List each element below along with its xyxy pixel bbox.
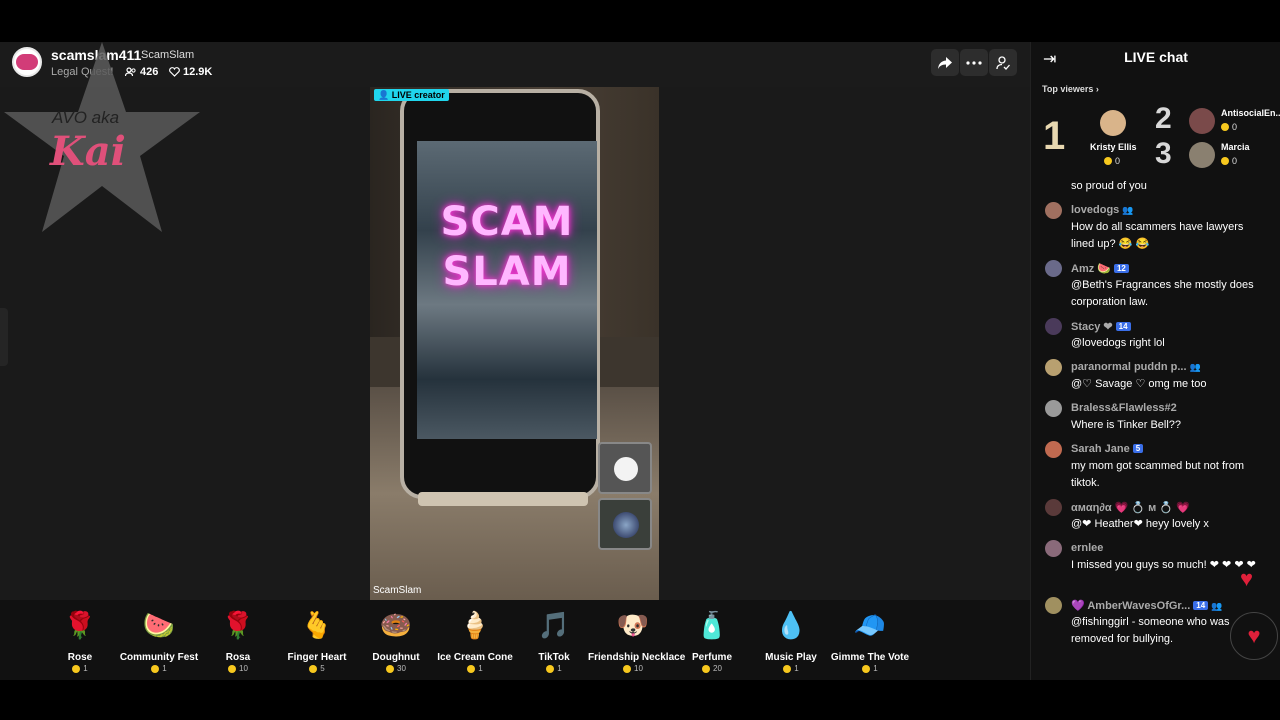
gift-community-fest[interactable]: 🍉 Community Fest 1 xyxy=(114,608,204,673)
share-button[interactable] xyxy=(931,49,959,76)
coin-icon xyxy=(546,664,555,673)
chat-username[interactable]: Braless&Flawless#2 xyxy=(1071,402,1177,414)
gift-doughnut[interactable]: 🍩 Doughnut 30 xyxy=(351,608,441,673)
user-avatar[interactable] xyxy=(1045,359,1062,376)
chat-title: LIVE chat xyxy=(1124,49,1188,65)
letterbox-top xyxy=(0,0,1280,42)
gift-bar: 🌹 Rose 1 🍉 Community Fest 1 🌹 Rosa 10 🫰 … xyxy=(0,600,1030,680)
coin-icon xyxy=(783,664,792,673)
necklace-icon: 🐶 xyxy=(616,610,650,640)
gift-friendship-necklace[interactable]: 🐶 Friendship Necklace 10 xyxy=(588,608,685,673)
guest-tile-1[interactable] xyxy=(598,442,652,494)
live-creator-badge: 👤 LIVE creator xyxy=(374,89,449,101)
phone-in-video: SCAM SLAM xyxy=(400,89,600,499)
user-avatar[interactable] xyxy=(1045,499,1062,516)
watermark-text-bottom: Kai xyxy=(50,128,126,175)
level-badge: 14 xyxy=(1193,601,1209,610)
coin-icon xyxy=(72,664,81,673)
gift-finger-heart[interactable]: 🫰 Finger Heart 5 xyxy=(272,608,362,673)
perfume-icon: 🧴 xyxy=(695,610,729,640)
more-options-button[interactable] xyxy=(960,49,988,76)
coin-icon xyxy=(862,664,871,673)
video-caption: ScamSlam xyxy=(373,585,422,596)
top-viewer-name-2[interactable]: AntisocialEn... xyxy=(1221,108,1280,118)
floating-heart-icon: ♥ xyxy=(1240,566,1254,591)
profile-button[interactable] xyxy=(989,49,1017,76)
watermark-text-top: AVO aka xyxy=(52,108,120,127)
chat-username[interactable]: lovedogs 👥 xyxy=(1071,204,1134,216)
top-viewer-name-3[interactable]: Marcia xyxy=(1221,142,1250,152)
chat-username[interactable]: αмαη∂α 💗 💍 м 💍 💗 xyxy=(1071,501,1190,514)
top-viewer-avatar-2[interactable] xyxy=(1189,108,1215,134)
finger-heart-icon: 🫰 xyxy=(300,610,334,640)
chat-username[interactable]: 💜 AmberWavesOfGr... 14 👥 xyxy=(1071,599,1222,612)
rank-2: 2 xyxy=(1155,102,1172,135)
top-viewer-avatar-1[interactable] xyxy=(1100,110,1126,136)
gift-rosa[interactable]: 🌹 Rosa 10 xyxy=(193,608,283,673)
chat-username[interactable]: paranormal puddn p... 👥 xyxy=(1071,361,1201,373)
gift-gimme-the-vote[interactable]: 🧢 Gimme The Vote 1 xyxy=(825,608,915,673)
level-badge: 5 xyxy=(1132,444,1144,453)
slam-text: SLAM xyxy=(442,249,572,295)
letterbox-bottom xyxy=(0,680,1280,720)
top-viewer-name-1[interactable]: Kristy Ellis xyxy=(1090,142,1137,152)
tiktok-icon: 🎵 xyxy=(537,610,571,640)
level-badge: 14 xyxy=(1115,322,1131,331)
chat-message: so proud of you xyxy=(1071,180,1147,192)
user-avatar[interactable] xyxy=(1045,318,1062,335)
user-avatar[interactable] xyxy=(1045,597,1062,614)
music-play-icon: 💧 xyxy=(774,610,808,640)
user-avatar[interactable] xyxy=(1045,441,1062,458)
gift-perfume[interactable]: 🧴 Perfume 20 xyxy=(667,608,757,673)
like-button[interactable]: ♥ xyxy=(1230,612,1278,660)
profile-icon xyxy=(996,55,1010,70)
chat-username[interactable]: Sarah Jane 5 xyxy=(1071,443,1144,455)
share-icon xyxy=(938,56,952,69)
doughnut-icon: 🍩 xyxy=(379,610,413,640)
scam-text: SCAM xyxy=(440,199,574,245)
side-panel-toggle[interactable] xyxy=(0,308,8,366)
rose-icon: 🌹 xyxy=(63,610,97,640)
coin-icon xyxy=(151,664,160,673)
phone-screen: SCAM SLAM xyxy=(417,141,597,439)
guest-tile-2[interactable] xyxy=(598,498,652,550)
user-avatar[interactable] xyxy=(1045,540,1062,557)
ice-cream-icon: 🍦 xyxy=(458,610,492,640)
vote-cap-icon: 🧢 xyxy=(853,610,887,640)
level-badge: 12 xyxy=(1113,264,1129,273)
top-viewers-link[interactable]: Top viewers › xyxy=(1042,84,1099,94)
watermelon-icon: 🍉 xyxy=(142,610,176,640)
coin-icon xyxy=(386,664,395,673)
chat-username[interactable]: Amz 🍉 12 xyxy=(1071,262,1129,275)
phone-stand xyxy=(418,492,588,506)
user-avatar[interactable] xyxy=(1045,400,1062,417)
more-icon xyxy=(966,60,982,65)
gift-tiktok[interactable]: 🎵 TikTok 1 xyxy=(509,608,599,673)
chat-username[interactable]: Stacy ❤ 14 xyxy=(1071,320,1131,333)
chat-username[interactable]: ernlee xyxy=(1071,542,1103,554)
coin-icon xyxy=(702,664,711,673)
coin-icon xyxy=(1221,123,1229,131)
coin-icon xyxy=(623,664,632,673)
rosa-icon: 🌹 xyxy=(221,610,255,640)
rank-1: 1 xyxy=(1043,114,1066,158)
coin-icon xyxy=(309,664,318,673)
heart-icon: ♥ xyxy=(1247,623,1261,648)
gift-rose[interactable]: 🌹 Rose 1 xyxy=(35,608,125,673)
coin-icon xyxy=(228,664,237,673)
gift-ice-cream-cone[interactable]: 🍦 Ice Cream Cone 1 xyxy=(430,608,520,673)
user-avatar[interactable] xyxy=(1045,202,1062,219)
gift-music-play[interactable]: 💧 Music Play 1 xyxy=(746,608,836,673)
coin-icon xyxy=(467,664,476,673)
user-avatar[interactable] xyxy=(1045,260,1062,277)
